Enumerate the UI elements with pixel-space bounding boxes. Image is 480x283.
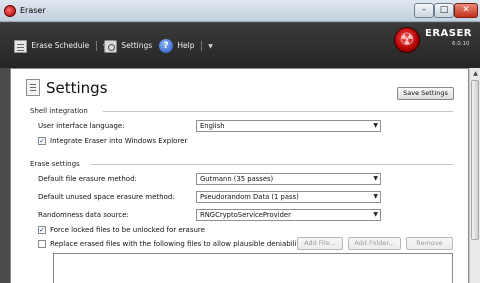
minimize-button[interactable]: – <box>414 3 434 18</box>
force-unlock-checkbox[interactable]: ✓ <box>38 226 46 234</box>
replace-files-label: Replace erased files with the following … <box>50 240 304 248</box>
settings-button[interactable]: Settings <box>104 39 152 53</box>
file-method-value: Gutmann (35 passes) <box>200 175 274 183</box>
help-button[interactable]: ? Help ▼ <box>159 39 213 53</box>
erase-schedule-label: Erase Schedule <box>31 41 90 50</box>
eraser-logo-icon <box>394 27 420 53</box>
unused-method-select[interactable]: Pseudorandom Data (1 pass) ▼ <box>196 191 381 203</box>
vertical-scrollbar[interactable]: ▲ <box>469 68 480 283</box>
randomness-value: RNGCryptoServiceProvider <box>200 211 291 219</box>
settings-page-icon <box>26 79 40 96</box>
language-select[interactable]: English ▼ <box>196 120 381 132</box>
remove-button[interactable]: Remove <box>406 237 453 250</box>
integrate-explorer-label: Integrate Eraser into Windows Explorer <box>50 137 188 145</box>
add-folder-button[interactable]: Add Folder... <box>348 237 401 250</box>
scrollbar-thumb[interactable] <box>471 80 479 240</box>
erase-schedule-button[interactable]: Erase Schedule ▼ <box>14 39 108 53</box>
replace-files-checkbox[interactable] <box>38 240 46 248</box>
unused-method-label: Default unused space erasure method: <box>38 193 175 201</box>
divider <box>103 111 453 112</box>
plausible-deniability-file-list[interactable] <box>53 253 453 283</box>
erase-settings-heading: Erase settings <box>30 160 80 168</box>
shell-integration-heading: Shell integration <box>30 107 88 115</box>
app-icon <box>4 5 16 17</box>
randomness-select[interactable]: RNGCryptoServiceProvider ▼ <box>196 209 381 221</box>
file-method-select[interactable]: Gutmann (35 passes) ▼ <box>196 173 381 185</box>
help-icon: ? <box>159 39 173 53</box>
window-title: Eraser <box>20 6 46 15</box>
language-label: User interface language: <box>38 122 125 130</box>
save-settings-button[interactable]: Save Settings <box>397 87 454 100</box>
chevron-down-icon[interactable]: ▼ <box>208 40 213 54</box>
toolbar-separator <box>200 41 202 51</box>
title-bar: Eraser – □ ✕ <box>0 0 480 22</box>
chevron-down-icon: ▼ <box>373 211 378 218</box>
settings-label: Settings <box>121 41 153 50</box>
integrate-explorer-checkbox[interactable]: ✓ <box>38 137 46 145</box>
divider <box>91 164 453 165</box>
settings-panel: Settings Save Settings Shell integration… <box>10 68 469 283</box>
chevron-down-icon: ▼ <box>373 175 378 182</box>
help-label: Help <box>177 41 195 50</box>
scroll-up-icon[interactable]: ▲ <box>471 69 480 79</box>
page-title: Settings <box>46 79 108 97</box>
file-method-label: Default file erasure method: <box>38 175 137 183</box>
unused-method-value: Pseudorandom Data (1 pass) <box>200 193 299 201</box>
language-value: English <box>200 122 225 130</box>
schedule-icon <box>14 39 27 53</box>
add-file-button[interactable]: Add File... <box>297 237 343 250</box>
maximize-button[interactable]: □ <box>434 3 454 18</box>
settings-icon <box>104 39 117 53</box>
chevron-down-icon: ▼ <box>373 193 378 200</box>
toolbar-separator <box>95 41 97 51</box>
chevron-down-icon: ▼ <box>373 122 378 129</box>
force-unlock-label: Force locked files to be unlocked for er… <box>50 226 205 234</box>
brand-name: ERASER <box>425 28 473 39</box>
brand-version: 6.0.10 <box>452 41 470 47</box>
randomness-label: Randomness data source: <box>38 211 129 219</box>
close-button[interactable]: ✕ <box>454 3 478 18</box>
